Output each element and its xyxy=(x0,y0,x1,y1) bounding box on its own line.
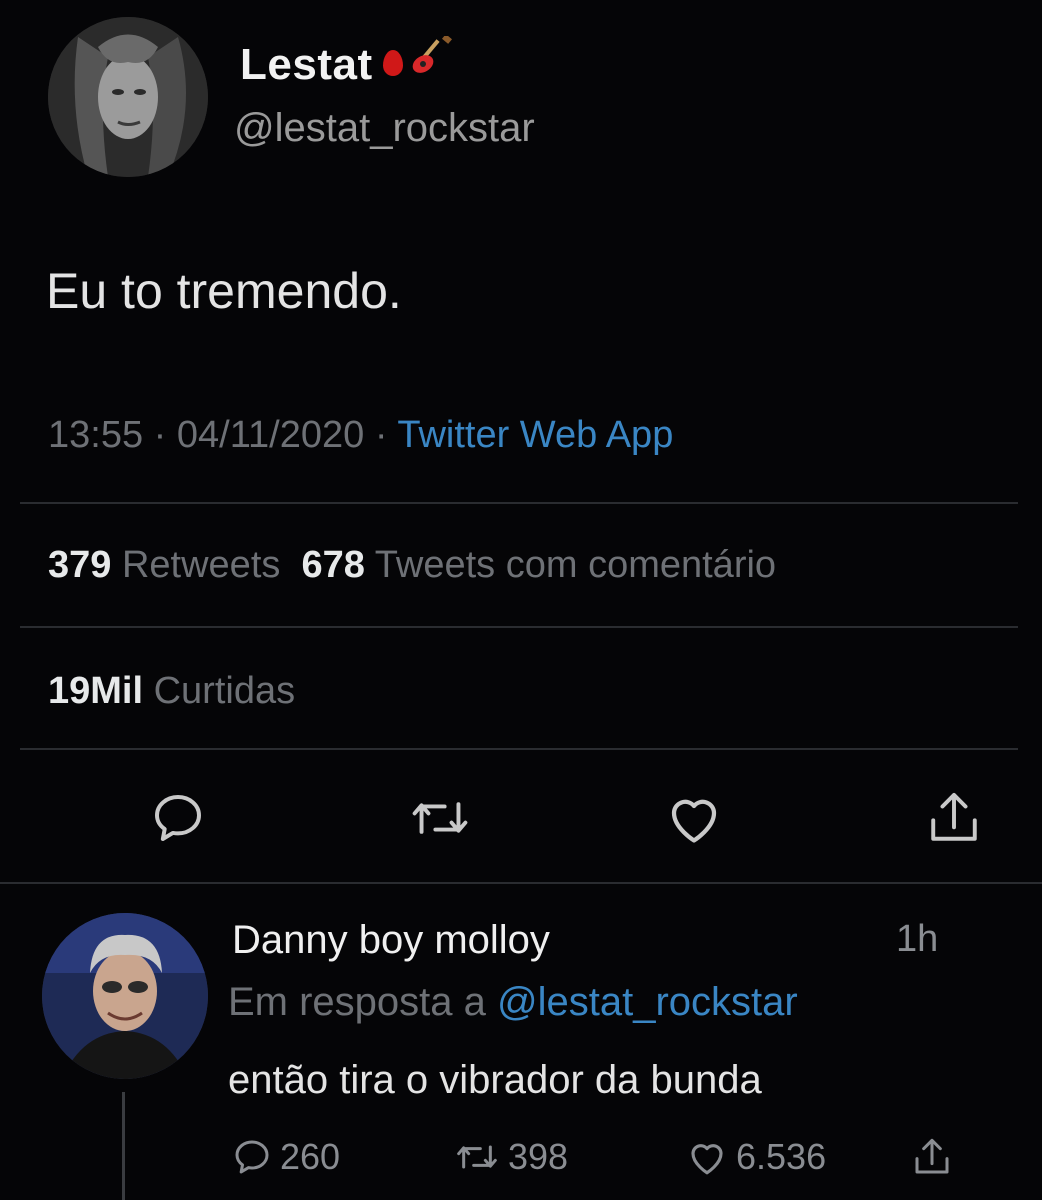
likes-count: 19Mil xyxy=(48,670,144,712)
meta-separator: · xyxy=(153,414,167,456)
like-count: 6.536 xyxy=(736,1136,827,1177)
tweet-time: 13:55 xyxy=(48,414,144,456)
reply-timestamp[interactable]: 1h xyxy=(896,918,938,961)
engagement-stats-row: 379 Retweets 678 Tweets com comentário xyxy=(48,544,776,587)
retweets-label: Retweets xyxy=(121,544,281,586)
retweet-button[interactable] xyxy=(410,788,470,848)
reply-author-name[interactable]: Danny boy molloy xyxy=(232,918,550,963)
tweet-metadata: 13:55 · 04/11/2020 · Twitter Web App xyxy=(48,414,673,457)
retweet-count: 398 xyxy=(508,1136,569,1177)
retweets-count: 379 xyxy=(48,544,112,586)
reply-share-button[interactable] xyxy=(912,1134,952,1180)
drop-of-blood-icon xyxy=(382,50,403,77)
tweet-source-link[interactable]: Twitter Web App xyxy=(397,414,673,456)
quotes-stat[interactable]: 678 Tweets com comentário xyxy=(302,544,777,586)
retweet-icon xyxy=(457,1145,497,1169)
tweet-text: Eu to tremendo. xyxy=(46,263,402,319)
retweets-stat[interactable]: 379 Retweets xyxy=(48,544,280,586)
divider xyxy=(20,626,1018,628)
tweet-date: 04/11/2020 xyxy=(176,414,365,456)
reply-icon xyxy=(235,1140,269,1174)
likes-label: Curtidas xyxy=(153,670,296,712)
author-avatar[interactable] xyxy=(48,17,208,177)
guitar-icon xyxy=(409,34,453,87)
reply-count: 260 xyxy=(280,1136,341,1177)
thread-connector-line xyxy=(122,1092,125,1200)
reply-button[interactable] xyxy=(148,788,208,848)
in-reply-to-line: Em resposta a @lestat_rockstar xyxy=(228,980,798,1025)
author-handle[interactable]: @lestat_rockstar xyxy=(234,106,535,151)
reply-like-button[interactable]: 6.536 xyxy=(686,1134,826,1180)
in-reply-handle-link[interactable]: @lestat_rockstar xyxy=(497,980,798,1024)
like-icon xyxy=(671,799,717,843)
divider xyxy=(0,882,1042,884)
share-icon xyxy=(931,792,977,841)
share-button[interactable] xyxy=(924,788,984,848)
author-name-text: Lestat xyxy=(240,40,373,89)
retweet-icon xyxy=(412,802,468,834)
reply-text: então tira o vibrador da bunda xyxy=(228,1058,762,1102)
reply-author-avatar[interactable] xyxy=(42,913,208,1079)
share-icon xyxy=(915,1138,949,1174)
author-display-name[interactable]: Lestat xyxy=(240,34,453,93)
quotes-label: Tweets com comentário xyxy=(374,544,777,586)
like-icon xyxy=(691,1144,723,1175)
quotes-count: 678 xyxy=(301,544,365,586)
divider xyxy=(20,748,1018,750)
likes-stat[interactable]: 19Mil Curtidas xyxy=(48,670,295,713)
like-button[interactable] xyxy=(664,788,724,848)
in-reply-prefix: Em resposta a xyxy=(228,980,486,1024)
reply-retweet-button[interactable]: 398 xyxy=(454,1134,568,1180)
divider xyxy=(20,502,1018,504)
reply-reply-button[interactable]: 260 xyxy=(232,1134,340,1180)
meta-separator: · xyxy=(374,414,388,456)
reply-icon xyxy=(155,795,201,841)
